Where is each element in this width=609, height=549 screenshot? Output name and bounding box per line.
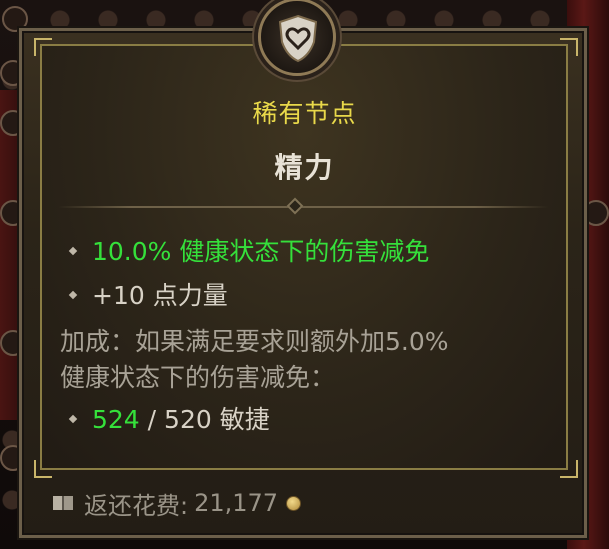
stat-text: 10.0% 健康状态下的伤害减免 [92,237,430,266]
bullet-diamond-icon [68,290,78,299]
stat-line-damage-reduction: 10.0% 健康状态下的伤害减免 [64,232,429,268]
frame-corner [34,38,52,56]
requirement-current-value: 524 [92,405,140,434]
bonus-description-line2: 健康状态下的伤害减免： [60,363,336,392]
refund-cost-value: 21,177 [194,489,279,517]
stat-line-strength: +10 点力量 [64,276,228,312]
refund-cost-label: 返还花费: [84,491,189,520]
bonus-description-line1: 加成：如果满足要求则额外加5.0% [60,327,449,356]
frame-corner [560,460,578,478]
bullet-diamond-icon [68,246,78,255]
frame-corner [34,460,52,478]
refund-cost-footer: 返还花费: 21,177 [40,480,568,526]
shield-heart-emblem-icon [258,0,336,76]
frame-corner [560,38,578,56]
coin-icon [286,495,302,511]
requirement-line: 524 / 520 敏捷 [64,400,270,436]
requirement-threshold: / 520 敏捷 [139,405,270,434]
node-rarity-label: 稀有节点 [252,99,357,128]
node-name: 精力 [274,151,335,184]
bullet-diamond-icon [68,414,78,423]
stat-text: +10 点力量 [92,281,228,310]
book-icon [53,496,73,510]
